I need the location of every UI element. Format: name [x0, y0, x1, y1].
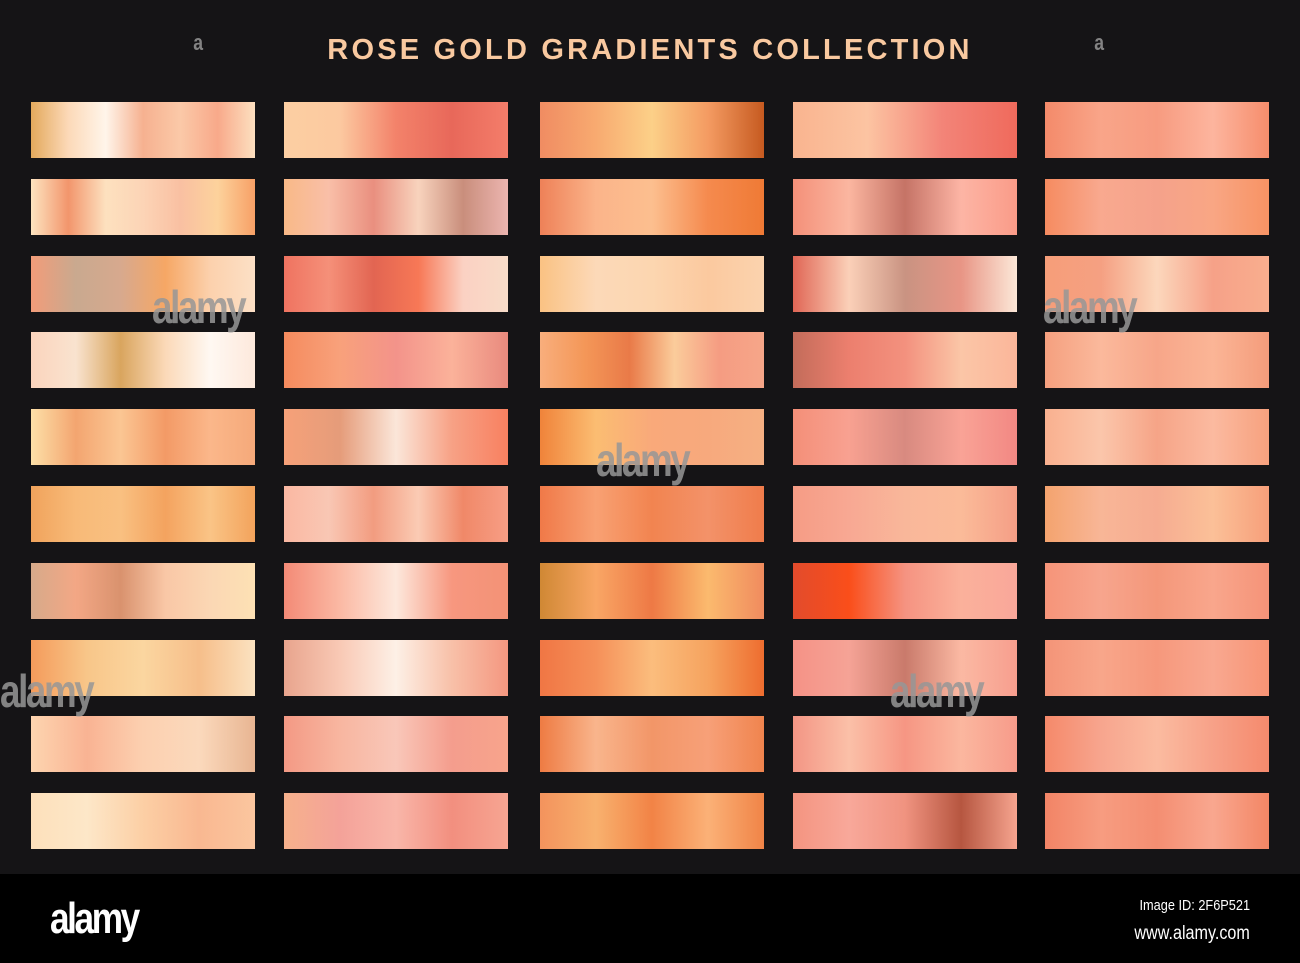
- gradient-swatch: [31, 102, 255, 158]
- gradient-swatch: [540, 640, 764, 696]
- gradient-swatch: [284, 409, 508, 465]
- gradient-swatch: [1045, 640, 1269, 696]
- gradient-swatch: [284, 716, 508, 772]
- gradient-swatch: [1045, 332, 1269, 388]
- gradient-swatch: [284, 563, 508, 619]
- gradient-swatch: [793, 256, 1017, 312]
- gradient-swatch: [540, 179, 764, 235]
- gradient-swatch: [1045, 563, 1269, 619]
- site-url: www.alamy.com: [1134, 923, 1250, 944]
- gradient-swatch: [284, 332, 508, 388]
- gradient-swatch: [793, 179, 1017, 235]
- gradient-swatch: [31, 793, 255, 849]
- alamy-logo: alamy: [50, 894, 140, 943]
- gradient-swatch: [540, 409, 764, 465]
- gradient-swatch: [793, 102, 1017, 158]
- gradient-swatch: [793, 332, 1017, 388]
- gradient-swatch: [793, 486, 1017, 542]
- gradient-swatch: [284, 256, 508, 312]
- gradient-swatch: [1045, 716, 1269, 772]
- gradient-swatch: [540, 256, 764, 312]
- gradient-swatch: [540, 793, 764, 849]
- gradient-swatch: [1045, 102, 1269, 158]
- gradient-swatch: [284, 640, 508, 696]
- gradient-swatch: [540, 716, 764, 772]
- gradient-swatch: [284, 102, 508, 158]
- gradient-swatch: [31, 486, 255, 542]
- gradient-swatch: [31, 716, 255, 772]
- gradient-swatch: [1045, 409, 1269, 465]
- gradient-swatch: [1045, 486, 1269, 542]
- gradient-swatch: [1045, 256, 1269, 312]
- gradient-swatch: [793, 716, 1017, 772]
- gradient-swatch: [540, 563, 764, 619]
- gradient-swatch: [1045, 179, 1269, 235]
- gradient-swatch: [284, 793, 508, 849]
- gradient-swatch: [284, 486, 508, 542]
- gradient-swatch: [31, 640, 255, 696]
- page-title: ROSE GOLD GRADIENTS COLLECTION: [327, 34, 973, 66]
- gradient-swatch: [540, 332, 764, 388]
- gradient-swatch: [793, 563, 1017, 619]
- image-id: Image ID: 2F6P521: [1139, 897, 1250, 914]
- gradient-swatch: [31, 409, 255, 465]
- gradient-swatch: [284, 179, 508, 235]
- gradient-swatch: [540, 486, 764, 542]
- gradient-swatch: [793, 640, 1017, 696]
- gradient-swatch: [793, 793, 1017, 849]
- gradient-swatch: [1045, 793, 1269, 849]
- gradient-swatch: [31, 332, 255, 388]
- gradient-swatch: [540, 102, 764, 158]
- gradient-swatch: [31, 179, 255, 235]
- gradient-swatch: [793, 409, 1017, 465]
- gradient-swatch: [31, 256, 255, 312]
- gradient-swatch: [31, 563, 255, 619]
- footer-bar: alamy Image ID: 2F6P521 www.alamy.com: [0, 874, 1300, 963]
